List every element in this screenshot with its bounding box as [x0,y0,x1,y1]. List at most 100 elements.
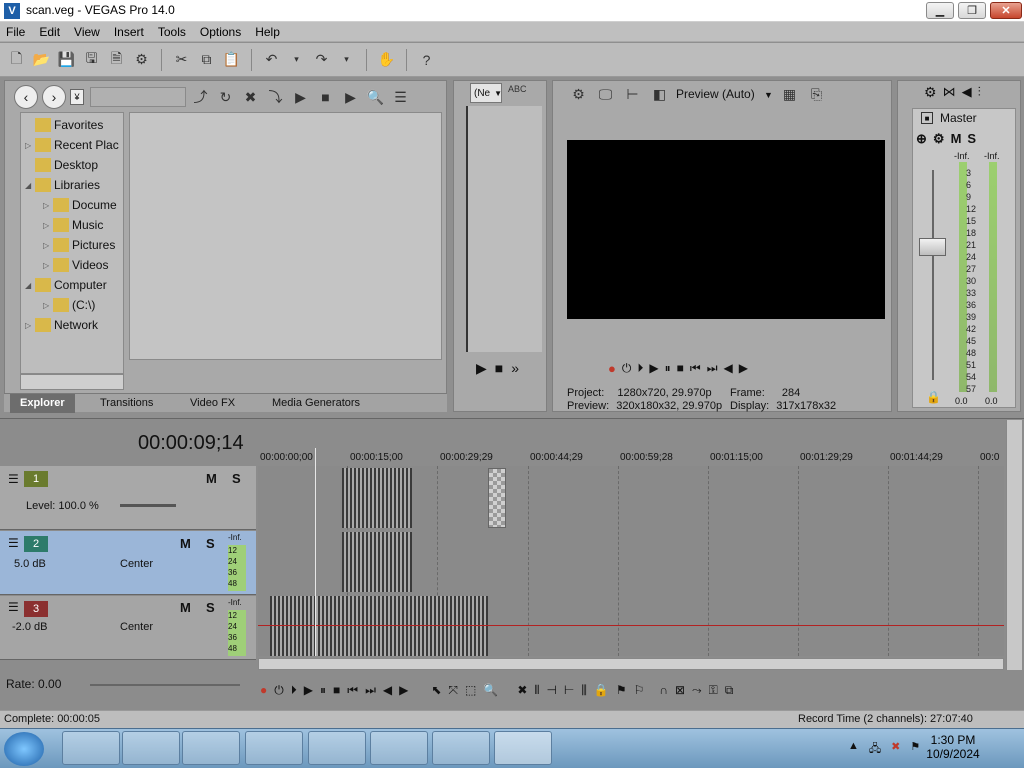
tree-item[interactable]: ◢ Computer [25,275,107,295]
solo-button[interactable]: S [206,600,215,615]
track-header-audio-3[interactable]: 3 -2.0 dB Center ☰ M S -Inf. 12 24 36 48 [0,596,256,660]
refresh-icon[interactable]: ↻ [215,86,236,108]
tree-item[interactable]: ▷ Network [25,315,98,335]
tree-item[interactable]: ▷ Pictures [43,235,115,255]
trimmer-select[interactable]: (Ne ▼ [470,83,502,103]
gear-icon[interactable]: ⚙ [568,83,589,105]
trimmer-area[interactable] [466,106,542,352]
new-file-icon[interactable]: 🗋 [6,49,27,71]
menu-view[interactable]: View [74,25,100,39]
fast-forward-icon[interactable]: » [511,360,519,377]
split-screen-icon[interactable]: ⊢ [622,83,643,105]
playback-cursor[interactable] [315,448,316,656]
start-button[interactable] [4,732,44,766]
audio-event[interactable] [270,596,488,656]
properties-icon[interactable]: ⚙ [131,49,152,71]
track-header-audio-2[interactable]: 2 5.0 dB Center ☰ M S -Inf. 12 24 36 48 [0,531,256,595]
solo-button[interactable]: S [967,131,976,147]
tree-item[interactable]: ▷ Videos [43,255,108,275]
play-icon[interactable]: ▶ [649,361,658,375]
next-frame-icon[interactable]: ▶ [399,683,408,697]
go-to-start-icon[interactable]: ⏮ [690,361,701,376]
loop-icon[interactable]: ⏻ [274,683,284,698]
mute-button[interactable]: M [180,600,191,615]
record-icon[interactable]: ● [260,683,267,697]
audio-event[interactable] [342,532,412,592]
lock-icon[interactable]: 🔒 [926,390,941,404]
marker-icon[interactable]: ⚑ [616,683,627,697]
timeline-horizontal-scrollbar[interactable] [258,658,1004,670]
hand-icon[interactable]: ✋ [376,49,397,71]
dim-icon[interactable]: ◀ [962,84,972,100]
go-to-end-icon[interactable]: ⏭ [365,683,376,698]
gear-icon[interactable]: ⚙ [924,84,937,101]
record-icon[interactable]: ● [608,361,616,376]
region-icon[interactable]: ⚐ [634,683,645,697]
network-icon[interactable]: 🖧 [869,740,881,759]
delete-icon[interactable]: ✖ [240,86,261,108]
copy-snapshot-icon[interactable]: ⎘ [806,83,827,105]
video-event[interactable] [342,468,412,528]
auto-crossfade-icon[interactable]: ⊠ [675,683,685,697]
master-fader[interactable] [919,238,946,256]
undo-icon[interactable]: ↶ [261,49,282,71]
address-field[interactable] [90,87,186,107]
play-icon[interactable]: ▶ [304,683,313,697]
menu-options[interactable]: Options [200,25,241,39]
menu-file[interactable]: File [6,25,25,39]
taskbar-notepad-icon[interactable] [370,731,428,765]
tab-transitions[interactable]: Transitions [100,394,153,413]
minimize-button[interactable]: ▁ [926,2,954,19]
mixer-layout-icon[interactable]: ⫶ [978,84,981,100]
solo-button[interactable]: S [206,536,215,551]
paste-icon[interactable]: 📋 [221,49,242,71]
restore-button[interactable]: ❐ [958,2,986,19]
redo-dropdown-icon[interactable]: ▾ [336,49,357,71]
track-menu-icon[interactable]: ☰ [8,472,19,486]
tree-item[interactable]: ▷ Docume [43,195,117,215]
previous-frame-icon[interactable]: ◀ [383,683,392,697]
go-to-start-icon[interactable]: ⏮ [347,683,358,698]
insert-fx-icon[interactable]: ⊕ [916,131,927,147]
copy-icon[interactable]: ⧉ [196,49,217,71]
image-event[interactable] [488,468,506,528]
previous-frame-icon[interactable]: ◀ [724,361,733,375]
tree-expander-icon[interactable]: ▷ [43,261,53,270]
lock-envelopes-icon[interactable]: ⚿ [709,683,718,698]
overlays-icon[interactable]: ▦ [779,83,800,105]
selection-tool-icon[interactable]: ⬚ [465,683,476,697]
video-fx-icon[interactable]: ◧ [649,83,670,105]
folder-tree[interactable]: Favorites ▷ Recent Plac Desktop ◢ Libraries ▷ D… [20,112,124,374]
gear-icon[interactable]: ⚙ [933,131,945,147]
track-menu-icon[interactable]: ☰ [8,600,19,614]
save-as-icon[interactable]: 🖫 [81,49,102,71]
mute-button[interactable]: M [206,471,217,486]
normal-edit-tool-icon[interactable]: ⬉ [431,683,441,697]
trim-start-icon[interactable]: ⊣ [546,683,556,697]
video-preview-screen[interactable] [567,140,885,319]
taskbar-vegas-icon[interactable] [494,731,552,765]
show-hidden-icons-icon[interactable]: ▲ [848,740,859,759]
open-folder-icon[interactable]: 📂 [31,49,52,71]
tree-expander-icon[interactable]: ▷ [43,241,53,250]
tree-expander-icon[interactable]: ▷ [25,321,35,330]
play-from-start-icon[interactable]: ⏵ [637,361,643,376]
add-to-project-icon[interactable]: ⤵ [265,86,286,108]
tree-expander-icon[interactable]: ▷ [43,221,53,230]
taskbar-media-player-icon[interactable] [245,731,303,765]
views-icon[interactable]: ☰ [390,86,411,108]
taskbar-app-icon[interactable] [308,731,366,765]
tree-item[interactable]: ◢ Libraries [25,175,100,195]
track-menu-icon[interactable]: ☰ [8,536,19,550]
pause-icon[interactable]: ⏸ [665,361,671,376]
volume-envelope[interactable] [258,625,1004,626]
spell-icon[interactable]: ABC [508,84,527,94]
play-from-start-icon[interactable]: ⏵ [291,683,297,698]
stop-icon[interactable]: ■ [315,86,336,108]
loop-icon[interactable]: ⏻ [622,361,632,376]
tree-item[interactable]: ▷ Recent Plac [25,135,119,155]
tree-item[interactable]: ▷ (C:\) [43,295,95,315]
play-icon[interactable]: ▶ [290,86,311,108]
pause-icon[interactable]: ⏸ [320,683,326,698]
zoom-tool-icon[interactable]: 🔍 [483,683,498,697]
